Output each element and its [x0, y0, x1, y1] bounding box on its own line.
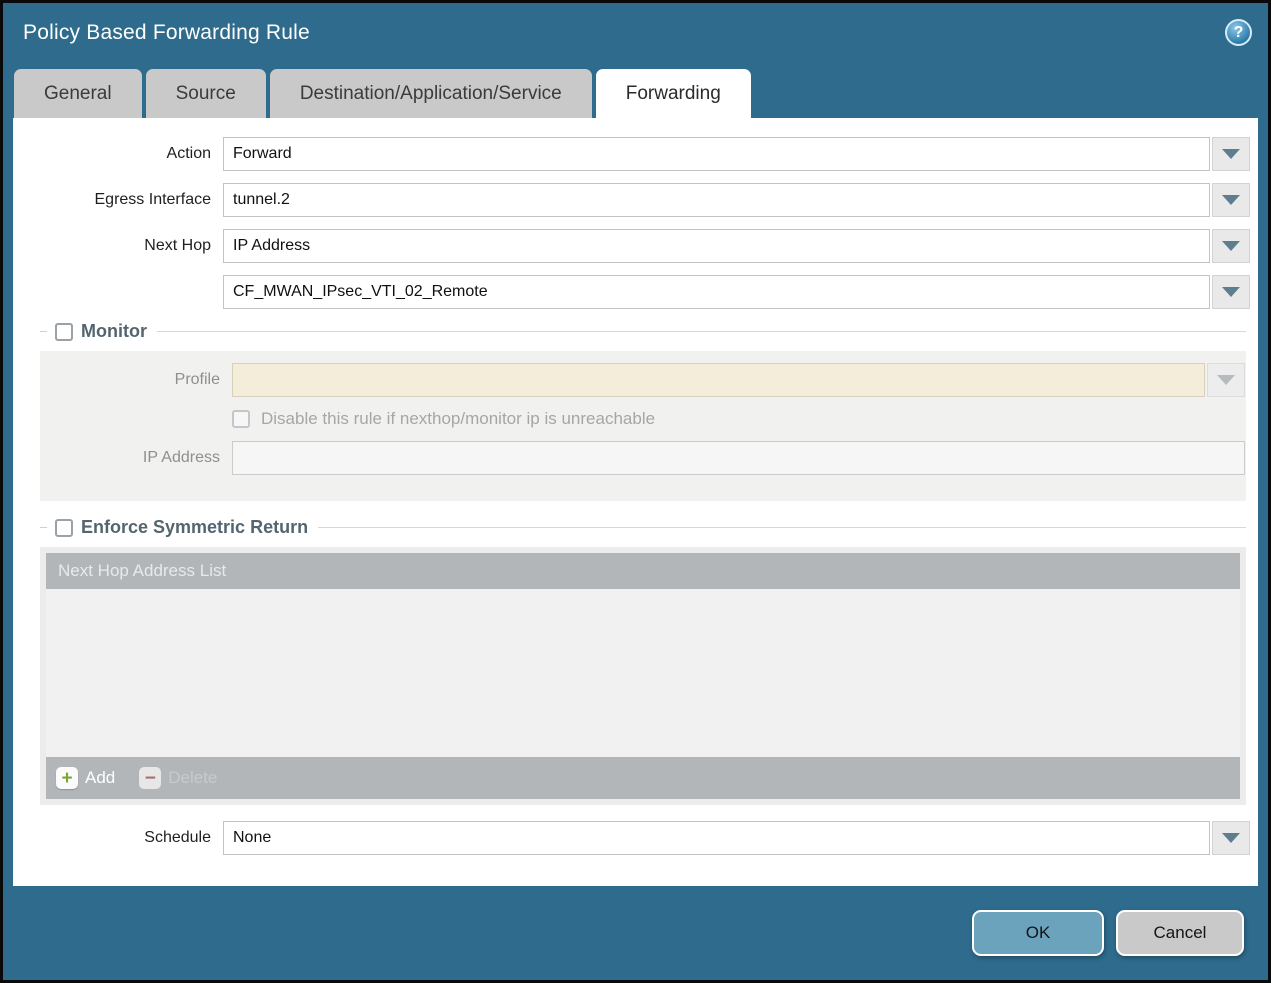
chevron-down-icon	[1222, 833, 1240, 843]
action-select[interactable]: Forward	[223, 137, 1210, 171]
monitor-profile-select	[232, 363, 1205, 397]
fieldset-line	[40, 527, 47, 528]
monitor-ip-address-label: IP Address	[40, 449, 232, 467]
monitor-checkbox[interactable]	[55, 323, 73, 341]
next-hop-type-select[interactable]: IP Address	[223, 229, 1210, 263]
tab-content-forwarding: Action Forward Egress Interface tunnel.2…	[13, 118, 1258, 886]
monitor-fieldset: Monitor Profile Disable this rule if nex…	[40, 321, 1246, 501]
schedule-label: Schedule	[13, 829, 223, 847]
next-hop-label: Next Hop	[13, 237, 223, 255]
monitor-profile-dropdown-button	[1207, 363, 1245, 397]
egress-interface-select[interactable]: tunnel.2	[223, 183, 1210, 217]
plus-icon: +	[56, 767, 78, 789]
delete-button-label: Delete	[168, 768, 217, 788]
disable-rule-checkbox	[232, 410, 250, 428]
chevron-down-icon	[1222, 241, 1240, 251]
schedule-row: Schedule None	[13, 821, 1250, 855]
title-bar: Policy Based Forwarding Rule ?	[3, 3, 1268, 62]
add-button-label: Add	[85, 768, 115, 788]
fieldset-line	[40, 331, 47, 332]
action-label: Action	[13, 145, 223, 163]
dialog-footer: OK Cancel	[3, 886, 1268, 980]
next-hop-address-list-body[interactable]	[46, 589, 1240, 757]
schedule-select[interactable]: None	[223, 821, 1210, 855]
delete-button: − Delete	[139, 767, 217, 789]
dialog-title: Policy Based Forwarding Rule	[23, 21, 1225, 45]
monitor-legend-row: Monitor	[40, 321, 1246, 342]
monitor-legend-label: Monitor	[81, 321, 147, 342]
fieldset-line	[157, 331, 1246, 332]
enforce-legend-label: Enforce Symmetric Return	[81, 517, 308, 538]
monitor-profile-row: Profile	[40, 363, 1245, 397]
next-hop-dropdown-button[interactable]	[1212, 229, 1250, 263]
chevron-down-icon	[1222, 149, 1240, 159]
tab-source[interactable]: Source	[146, 69, 266, 118]
monitor-profile-label: Profile	[40, 371, 232, 389]
tab-general[interactable]: General	[14, 69, 142, 118]
next-hop-row: Next Hop IP Address	[13, 229, 1250, 263]
chevron-down-icon	[1217, 375, 1235, 385]
next-hop-address-list-footer: + Add − Delete	[46, 757, 1240, 799]
action-row: Action Forward	[13, 137, 1250, 171]
enforce-symmetric-return-checkbox[interactable]	[55, 519, 73, 537]
schedule-dropdown-button[interactable]	[1212, 821, 1250, 855]
add-button[interactable]: + Add	[56, 767, 115, 789]
cancel-button[interactable]: Cancel	[1116, 910, 1244, 956]
tab-strip: General Source Destination/Application/S…	[3, 62, 1268, 118]
next-hop-address-list-header: Next Hop Address List	[46, 553, 1240, 589]
help-icon[interactable]: ?	[1225, 19, 1252, 46]
next-hop-address-dropdown-button[interactable]	[1212, 275, 1250, 309]
disable-rule-label: Disable this rule if nexthop/monitor ip …	[261, 409, 655, 429]
enforce-legend-row: Enforce Symmetric Return	[40, 517, 1246, 538]
egress-interface-label: Egress Interface	[13, 191, 223, 209]
enforce-symmetric-return-fieldset: Enforce Symmetric Return Next Hop Addres…	[40, 517, 1246, 805]
next-hop-address-list-panel: Next Hop Address List + Add − Delete	[40, 547, 1246, 805]
monitor-ip-address-input	[232, 441, 1245, 475]
action-dropdown-button[interactable]	[1212, 137, 1250, 171]
chevron-down-icon	[1222, 195, 1240, 205]
fieldset-line	[318, 527, 1246, 528]
pbf-rule-dialog: Policy Based Forwarding Rule ? General S…	[0, 0, 1271, 983]
ok-button[interactable]: OK	[972, 910, 1104, 956]
tab-forwarding[interactable]: Forwarding	[596, 69, 751, 118]
minus-icon: −	[139, 767, 161, 789]
monitor-ip-address-row: IP Address	[40, 441, 1245, 475]
egress-interface-row: Egress Interface tunnel.2	[13, 183, 1250, 217]
monitor-disable-rule-row: Disable this rule if nexthop/monitor ip …	[232, 409, 1246, 429]
next-hop-address-select[interactable]: CF_MWAN_IPsec_VTI_02_Remote	[223, 275, 1210, 309]
next-hop-address-row: CF_MWAN_IPsec_VTI_02_Remote	[13, 275, 1250, 309]
egress-interface-dropdown-button[interactable]	[1212, 183, 1250, 217]
tab-destination-application-service[interactable]: Destination/Application/Service	[270, 69, 592, 118]
monitor-panel: Profile Disable this rule if nexthop/mon…	[40, 351, 1246, 501]
chevron-down-icon	[1222, 287, 1240, 297]
